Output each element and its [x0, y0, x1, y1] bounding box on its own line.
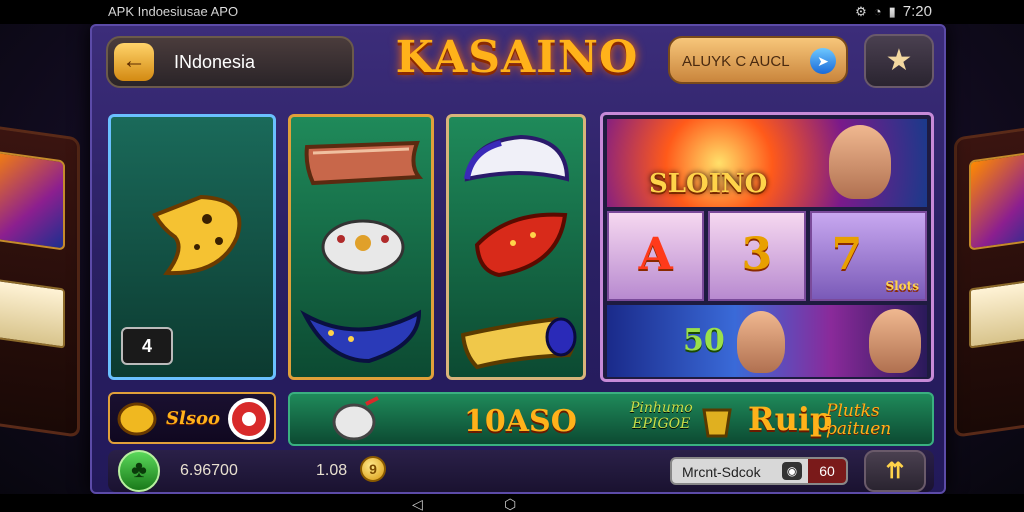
featured-jackpot-banner: 50 — [607, 305, 927, 377]
horn-blue-icon — [300, 309, 422, 364]
white-chip-icon — [332, 396, 379, 441]
main-panel: ← INdonesia KASAINO ALUYK C AUCL ➤ ★ 4 S… — [90, 24, 946, 494]
slot-title: SLOINO — [649, 169, 768, 199]
slot-reels: A 3 7 Slots — [607, 211, 927, 301]
poker-chip-white-icon — [321, 219, 405, 275]
account-button[interactable]: ALUYK C AUCL ➤ — [668, 36, 848, 84]
nav-back-icon[interactable]: ◁ — [412, 496, 423, 512]
cabinet-screen — [0, 149, 65, 251]
player-avatar — [737, 311, 785, 373]
slot-cabinet-right — [954, 122, 1024, 438]
account-label: ALUYK C AUCL — [682, 53, 790, 70]
jackpot-number: 50 — [683, 323, 725, 358]
mode-label: Mrcnt-Sdcok — [682, 464, 761, 480]
bottom-bar: ♣ 6.96700 1.08 9 Mrcnt-Sdcok ◉ 60 ⇈ — [108, 450, 934, 492]
compass-icon: ➤ — [810, 48, 836, 74]
back-arrow-icon: ← — [114, 43, 154, 81]
star-icon: ★ — [885, 44, 913, 77]
tile-count-badge: 4 — [121, 327, 173, 365]
clover-button[interactable]: ♣ — [118, 450, 160, 492]
favorites-button[interactable]: ★ — [864, 34, 934, 88]
cabinet-reels — [969, 277, 1024, 349]
coin-icon: 9 — [360, 456, 386, 482]
pepper-red-icon — [474, 212, 568, 278]
reel-side-label: Slots — [885, 279, 919, 293]
promo-label-1: Pinhumo EPIGOE — [630, 400, 693, 432]
reel-1: A — [607, 211, 705, 301]
promo-label-2: Ruip — [748, 400, 833, 438]
cap-icon — [464, 134, 570, 182]
back-button[interactable]: ← INdonesia — [106, 36, 354, 88]
game-tile-2[interactable] — [288, 114, 434, 380]
game-tile-1[interactable]: 4 — [108, 114, 276, 380]
region-label: INdonesia — [174, 52, 256, 72]
game-tile-3[interactable] — [446, 114, 586, 380]
reel-3: 7 Slots — [809, 211, 927, 301]
featured-slot-game[interactable]: SLOINO A 3 7 Slots 50 — [600, 112, 934, 382]
gold-bucket-icon — [702, 408, 732, 438]
horn-gold-icon — [460, 316, 577, 370]
battery-icon: ▮ — [888, 3, 896, 19]
cheese-wedge-icon — [152, 194, 242, 276]
game-screen: APK Indoesiusae APO ⚙ ◔ ▮ 7:20 ← INdones… — [0, 0, 1024, 512]
menu-button[interactable]: ⇈ — [864, 450, 926, 492]
app-title: APK Indoesiusae APO — [108, 4, 239, 19]
promo-label-3: Plutks paituen — [826, 401, 892, 439]
status-icons: ⚙ ◔ ▮ 7:20 — [855, 3, 932, 20]
cabinet-screen — [969, 149, 1024, 251]
status-bar: APK Indoesiusae APO ⚙ ◔ ▮ 7:20 — [0, 0, 1024, 24]
reel-2: 3 — [708, 211, 806, 301]
system-nav-bar: ◁ ⬡ — [0, 494, 1024, 512]
mode-toggle[interactable]: Mrcnt-Sdcok ◉ 60 — [670, 457, 848, 485]
roulette-icon — [228, 398, 270, 440]
game-logo: KASAINO — [395, 32, 639, 83]
bonus-amount: 10ASO — [464, 404, 577, 439]
wifi-icon: ◔ — [873, 4, 882, 19]
slot-cabinet-left — [0, 122, 80, 438]
bonus-banner[interactable]: 10ASO Pinhumo EPIGOE Ruip Plutks paituen — [288, 392, 934, 446]
toggle-knob: ◉ — [782, 462, 802, 480]
nav-home-icon[interactable]: ⬡ — [504, 496, 516, 512]
reel-3-symbol: 7 — [831, 229, 863, 280]
cabinet-reels — [0, 277, 65, 349]
player-avatar — [869, 309, 921, 373]
coins-value: 1.08 — [316, 462, 348, 479]
arrow-up-icon: ⇈ — [885, 458, 905, 483]
bonus-left-label: Slsoo — [166, 408, 220, 429]
clock: 7:20 — [902, 3, 932, 20]
featured-banner: SLOINO — [607, 119, 927, 207]
clover-icon: ♣ — [131, 456, 147, 483]
balance-value: 6.96700 — [180, 462, 238, 479]
banner-ribbon-icon — [304, 140, 424, 186]
alarm-icon: ⚙ — [855, 3, 867, 19]
host-avatar — [829, 125, 891, 199]
gold-coin-icon — [117, 402, 157, 436]
bonus-coins-panel[interactable]: Slsoo — [108, 392, 276, 444]
mode-value: 60 — [808, 459, 846, 483]
